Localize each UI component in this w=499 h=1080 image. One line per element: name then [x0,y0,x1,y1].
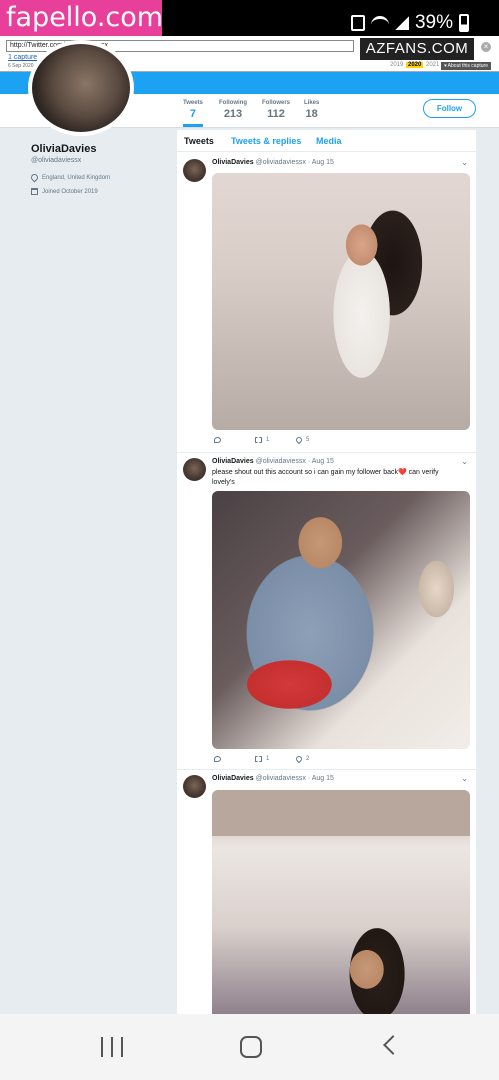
tweet-author-handle[interactable]: @oliviadaviessx [256,159,306,166]
azfans-watermark: AZFANS.COM [360,38,474,60]
chevron-down-icon[interactable]: ⌄ [461,457,468,466]
tweet-photo[interactable] [212,173,470,430]
like-button[interactable]: 5 [294,435,337,445]
battery-percent: 39% [414,12,453,33]
tweet-author-name[interactable]: OliviaDavies [212,775,254,782]
retweet-button[interactable]: 1 [255,756,296,762]
tweet[interactable]: OliviaDavies @oliviadaviessx · Aug 15 ⌄ [177,770,476,1014]
like-button[interactable]: 2 [294,754,337,764]
wayback-year-prev[interactable]: 2019 [390,62,403,68]
timeline-tabs: Tweets Tweets & replies Media [177,130,476,152]
tweet-photo[interactable] [212,790,470,1014]
tweet-author-handle[interactable]: @oliviadaviessx [256,458,306,465]
reply-icon [214,756,221,762]
stat-value: 213 [223,108,243,120]
retweet-button[interactable]: 1 [255,437,296,443]
tweet-author-name[interactable]: OliviaDavies [212,159,254,166]
status-icons: 39% [350,12,469,34]
retweet-count: 1 [266,437,270,443]
follow-button[interactable]: Follow [423,99,476,118]
location-text: England, United Kingdom [42,174,111,181]
profile-joined: Joined October 2019 [31,188,98,195]
signal-icon [394,16,409,30]
tweet-author-handle[interactable]: @oliviadaviessx [256,775,306,782]
stat-label: Following [219,100,247,106]
wayback-about-button[interactable]: ▾ About this capture [441,62,491,70]
tweet-date[interactable]: · Aug 15 [308,458,334,465]
stat-value: 112 [267,108,285,120]
tweet-date[interactable]: · Aug 15 [308,775,334,782]
joined-text: Joined October 2019 [42,188,98,195]
tweet-header: OliviaDavies @oliviadaviessx · Aug 15 [212,159,334,166]
tab-tweets[interactable]: Tweets [184,136,214,146]
tab-tweets-replies[interactable]: Tweets & replies [231,136,301,146]
tweet-text: please shout out this account so i can g… [212,469,439,486]
like-count: 2 [306,756,310,762]
profile-name[interactable]: OliviaDavies [31,143,96,155]
reply-button[interactable] [214,756,255,762]
wayback-close-icon[interactable]: × [481,42,491,52]
wayback-capture-date: 6 Sep 2020 [8,63,34,69]
profile-location: England, United Kingdom [29,172,111,183]
tweet-actions: 1 2 [214,754,337,764]
tweet[interactable]: OliviaDavies @oliviadaviessx · Aug 15 ⌄ … [177,453,476,770]
battery-icon [459,14,469,32]
reply-button[interactable] [214,437,255,443]
timeline: Tweets Tweets & replies Media OliviaDavi… [177,130,476,1014]
wifi-icon [370,16,389,30]
stat-tweets[interactable]: Tweets 7 [183,100,203,127]
like-count: 5 [306,437,310,443]
tab-media[interactable]: Media [316,136,342,146]
retweet-count: 1 [266,756,270,762]
chevron-down-icon[interactable]: ⌄ [461,158,468,167]
wayback-capture-link[interactable]: 1 capture [8,54,37,61]
stat-likes[interactable]: Likes 18 [304,100,319,120]
tweet-actions: 1 5 [214,435,337,445]
stat-label: Followers [262,100,291,106]
back-icon[interactable] [383,1035,403,1055]
home-icon[interactable] [240,1036,262,1058]
tweet-avatar[interactable] [183,775,206,798]
profile-handle[interactable]: @oliviadaviessx [31,157,81,164]
heart-icon [294,435,304,445]
recent-apps-icon[interactable] [101,1037,123,1057]
retweet-icon [255,756,262,762]
stat-label: Tweets [183,100,203,106]
stat-value: 7 [189,108,197,120]
chevron-down-icon[interactable]: ⌄ [461,774,468,783]
wayback-year-active[interactable]: 2020 [406,62,424,68]
stat-following[interactable]: Following 213 [219,100,247,120]
tweet-avatar[interactable] [183,458,206,481]
wayback-year-next[interactable]: 2021 [426,62,439,68]
stat-label: Likes [304,100,320,106]
notification-icon [350,15,365,31]
tweet-date[interactable]: · Aug 15 [308,159,334,166]
calendar-icon [31,188,38,195]
tweet-avatar[interactable] [183,159,206,182]
stat-followers[interactable]: Followers 112 [262,100,290,120]
profile-avatar[interactable] [28,40,134,136]
heart-icon [294,754,304,764]
stat-value: 18 [305,108,318,120]
tweet-header: OliviaDavies @oliviadaviessx · Aug 15 [212,458,334,465]
fapello-watermark: fapello.com [0,0,163,36]
tweet-author-name[interactable]: OliviaDavies [212,458,254,465]
retweet-icon [255,437,262,443]
tweet[interactable]: OliviaDavies @oliviadaviessx · Aug 15 ⌄ … [177,154,476,453]
reply-icon [214,437,221,443]
android-nav-bar [0,1014,499,1080]
tweet-header: OliviaDavies @oliviadaviessx · Aug 15 [212,775,334,782]
location-icon [29,172,40,183]
tweet-photo[interactable] [212,491,470,749]
